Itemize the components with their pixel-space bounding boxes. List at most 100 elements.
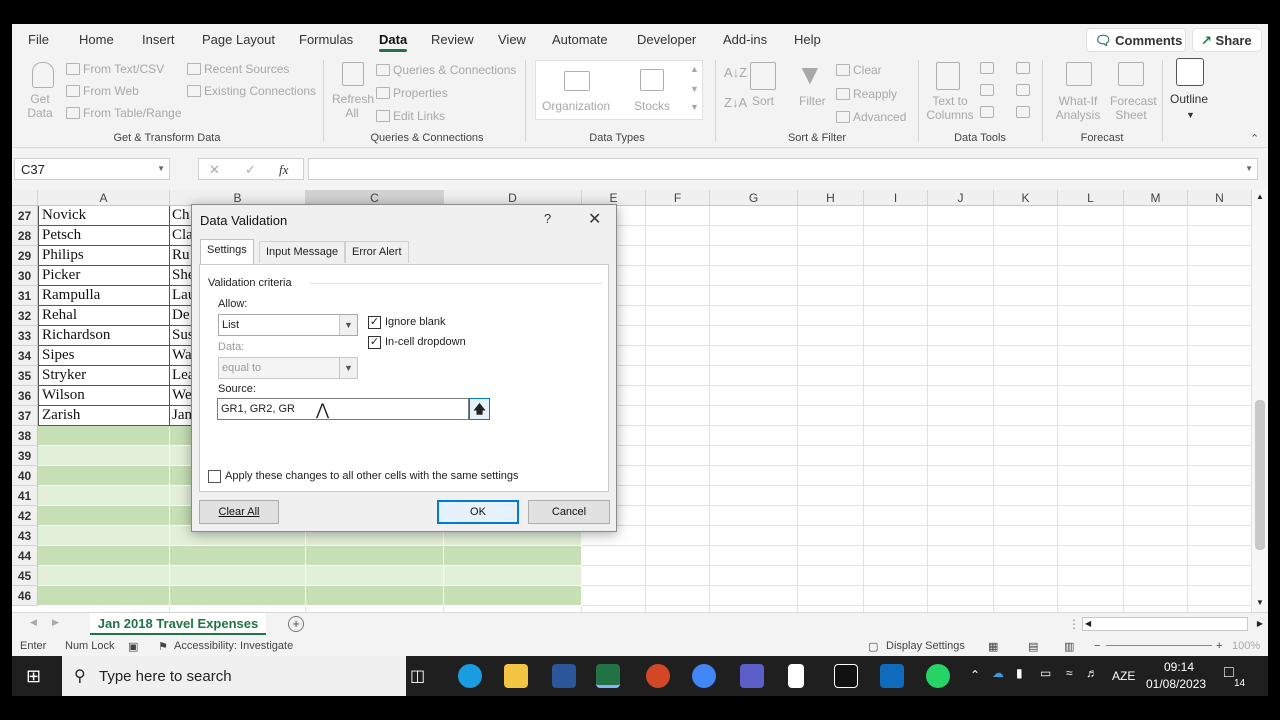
reapply-button[interactable]: Reapply: [836, 87, 897, 101]
banded-row[interactable]: [38, 586, 582, 606]
tab-help[interactable]: Help: [794, 32, 821, 47]
zoom-slider[interactable]: [1106, 645, 1212, 646]
allow-select[interactable]: List ▼: [218, 314, 358, 336]
get-data-button[interactable]: Get Data: [24, 92, 56, 120]
tab-insert[interactable]: Insert: [142, 32, 175, 47]
language-indicator[interactable]: AZE: [1112, 669, 1135, 683]
properties-button[interactable]: Properties: [376, 86, 448, 100]
tab-automate[interactable]: Automate: [552, 32, 608, 47]
excel-icon[interactable]: [596, 664, 620, 688]
source-input[interactable]: GR1, GR2, GR: [217, 398, 469, 420]
insert-function-icon[interactable]: fx: [279, 162, 288, 178]
file-explorer-icon[interactable]: [504, 664, 528, 688]
row-header[interactable]: 28: [12, 226, 38, 246]
tab-formulas[interactable]: Formulas: [299, 32, 353, 47]
row-header[interactable]: 44: [12, 546, 38, 566]
clear-all-button[interactable]: Clear All: [199, 500, 279, 524]
dialog-tab-error-alert[interactable]: Error Alert: [345, 241, 409, 263]
apply-all-label[interactable]: Apply these changes to all other cells w…: [225, 470, 519, 482]
flash-fill-icon[interactable]: [980, 62, 994, 74]
data-validation-icon[interactable]: [980, 106, 994, 118]
what-if-button[interactable]: What-If Analysis: [1052, 94, 1104, 122]
table-cell[interactable]: [38, 426, 170, 445]
ignore-blank-label[interactable]: Ignore blank: [385, 316, 446, 328]
sheet-tab[interactable]: Jan 2018 Travel Expenses: [90, 613, 266, 635]
cancel-entry-icon[interactable]: ✕: [209, 162, 220, 178]
table-cell[interactable]: [38, 466, 170, 485]
powerpoint-icon[interactable]: [646, 664, 670, 688]
chrome-icon[interactable]: [692, 664, 716, 688]
vertical-scrollbar[interactable]: ▲ ▼: [1252, 190, 1268, 612]
gallery-scroll-up-icon[interactable]: ▲: [690, 62, 699, 76]
tray-chevron-icon[interactable]: ⌃: [970, 668, 980, 682]
teams-icon[interactable]: [740, 664, 764, 688]
tab-bar-options-icon[interactable]: ⋮: [1068, 617, 1080, 631]
cell-last-name[interactable]: Wilson: [38, 386, 170, 406]
horizontal-scrollbar[interactable]: ◀ ▶: [1082, 617, 1263, 631]
chevron-down-icon[interactable]: ▼: [157, 164, 165, 173]
remove-duplicates-icon[interactable]: [980, 84, 994, 96]
cell-last-name[interactable]: Philips: [38, 246, 170, 266]
row-header[interactable]: 33: [12, 326, 38, 346]
collapse-dialog-icon[interactable]: 🡅: [469, 398, 490, 420]
tab-add-ins[interactable]: Add-ins: [723, 32, 767, 47]
comments-button[interactable]: 🗨 Comments: [1086, 28, 1186, 52]
name-box[interactable]: C37 ▼: [14, 158, 170, 180]
scroll-thumb[interactable]: [1255, 400, 1265, 550]
column-header[interactable]: G: [710, 190, 798, 206]
recent-sources-button[interactable]: Recent Sources: [187, 62, 289, 76]
prev-sheet-icon[interactable]: ◀: [30, 617, 37, 628]
apply-all-checkbox[interactable]: [208, 470, 221, 483]
forecast-sheet-button[interactable]: Forecast Sheet: [1110, 94, 1157, 122]
edge-icon[interactable]: [458, 664, 482, 688]
organization-button[interactable]: Organization: [542, 99, 610, 113]
stocks-button[interactable]: Stocks: [634, 99, 670, 113]
column-header[interactable]: M: [1124, 190, 1188, 206]
macro-record-icon[interactable]: ▣: [128, 640, 138, 653]
page-layout-view-icon[interactable]: ▤: [1028, 640, 1038, 653]
word-icon[interactable]: [552, 664, 576, 688]
row-header[interactable]: 29: [12, 246, 38, 266]
table-cell[interactable]: [444, 566, 582, 585]
taskbar-search[interactable]: ⚲ Type here to search: [62, 656, 406, 696]
usb-icon[interactable]: ▮: [1016, 666, 1023, 680]
row-header[interactable]: 41: [12, 486, 38, 506]
whatsapp-icon[interactable]: [926, 664, 950, 688]
cell-last-name[interactable]: Picker: [38, 266, 170, 286]
ignore-blank-checkbox[interactable]: ✓: [368, 316, 381, 329]
outlook-icon[interactable]: [880, 664, 904, 688]
from-web-button[interactable]: From Web: [66, 84, 139, 98]
filter-button[interactable]: Filter: [799, 94, 826, 108]
relationships-icon[interactable]: [1016, 84, 1030, 96]
display-settings-button[interactable]: Display Settings: [886, 640, 965, 652]
tab-home[interactable]: Home: [79, 32, 114, 47]
cell-last-name[interactable]: Sipes: [38, 346, 170, 366]
scroll-up-icon[interactable]: ▲: [1256, 192, 1264, 201]
sort-az-icon[interactable]: A↓Z: [724, 66, 747, 80]
row-header[interactable]: 46: [12, 586, 38, 606]
zoom-level[interactable]: 100%: [1232, 640, 1260, 652]
dialog-tab-input-message[interactable]: Input Message: [259, 241, 346, 263]
row-header[interactable]: 39: [12, 446, 38, 466]
column-header[interactable]: L: [1058, 190, 1124, 206]
row-header[interactable]: 27: [12, 206, 38, 226]
cancel-button[interactable]: Cancel: [528, 500, 610, 524]
confirm-entry-icon[interactable]: ✓: [245, 162, 256, 178]
consolidate-icon[interactable]: [1016, 62, 1030, 74]
column-header[interactable]: K: [994, 190, 1058, 206]
outline-button[interactable]: Outline: [1170, 92, 1208, 106]
cell-last-name[interactable]: Novick: [38, 206, 170, 226]
row-header[interactable]: 43: [12, 526, 38, 546]
table-cell[interactable]: [444, 586, 582, 605]
from-text-csv-button[interactable]: From Text/CSV: [66, 62, 164, 76]
next-sheet-icon[interactable]: ▶: [52, 617, 59, 628]
row-header[interactable]: 40: [12, 466, 38, 486]
banded-row[interactable]: [38, 566, 582, 586]
volume-icon[interactable]: ♬: [1086, 666, 1098, 680]
chevron-down-icon[interactable]: ▼: [339, 315, 357, 335]
tab-developer[interactable]: Developer: [637, 32, 696, 47]
data-model-icon[interactable]: [1016, 106, 1030, 118]
cell-last-name[interactable]: Rehal: [38, 306, 170, 326]
share-button[interactable]: ↗ Share: [1192, 28, 1262, 52]
existing-connections-button[interactable]: Existing Connections: [187, 84, 316, 98]
